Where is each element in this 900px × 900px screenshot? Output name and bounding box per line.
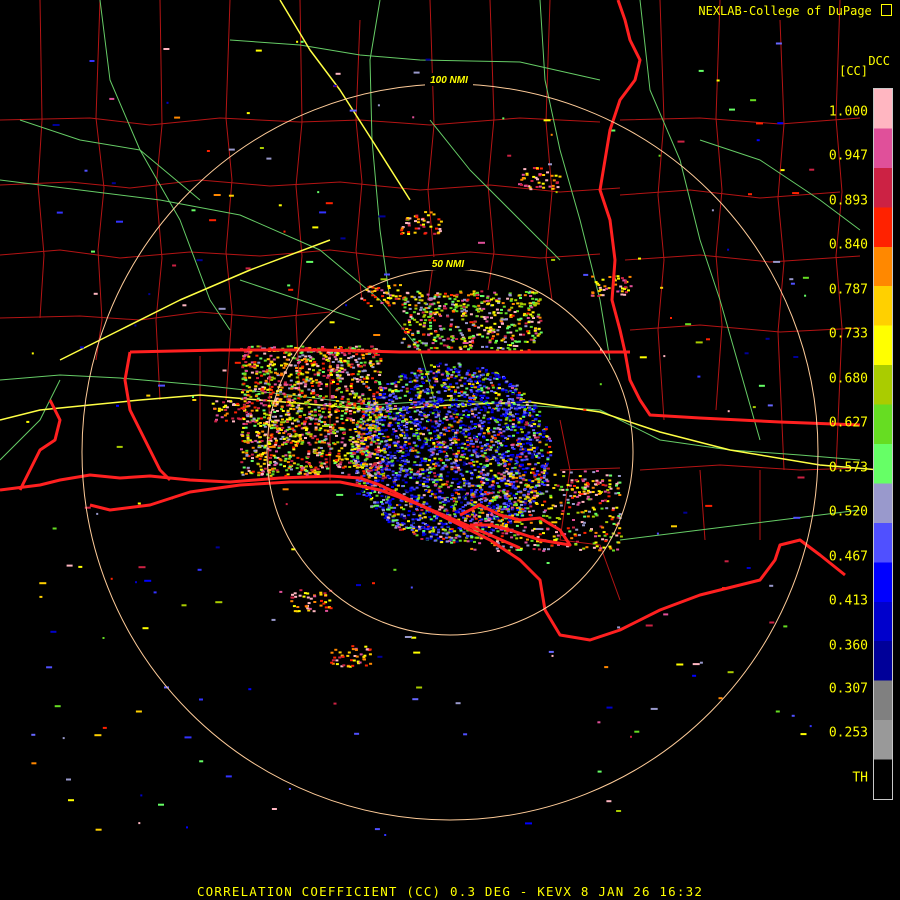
credit-label: NEXLAB-College of DuPage [698,4,892,18]
scale-tick-label: 0.413 [828,593,868,609]
scale-tick-label: 1.000 [828,104,868,120]
scale-tick-label: 0.627 [828,415,868,431]
color-scale-bar [873,88,893,800]
product-title: CORRELATION COEFFICIENT (CC) 0.3 DEG - K… [196,884,704,899]
scale-tick-label: 0.787 [828,282,868,298]
radar-site-marker [447,449,453,455]
scale-tick-label: 0.307 [828,681,868,697]
scale-tick-label: 0.520 [828,504,868,520]
scale-tick-label: 0.680 [828,371,868,387]
scale-tick-label: 0.947 [828,148,868,164]
legend-tag: DCC [868,54,890,68]
color-scale-ticks: 1.000 0.947 0.893 0.840 0.787 0.733 0.680 0.627… [800,88,870,800]
scale-tick-label: 0.840 [828,237,868,253]
cod-logo-icon [881,4,892,16]
scale-tick-label: 0.893 [828,193,868,209]
credit-text: NEXLAB-College of DuPage [698,4,872,18]
range-ring-50-label: 50 NMI [432,259,464,270]
scale-tick-label: 0.253 [828,725,868,741]
range-ring-100-label: 100 NMI [430,75,468,86]
scale-tick-label: 0.733 [828,326,868,342]
legend-unit: [CC] [839,64,868,78]
scale-tick-label: 0.467 [828,549,868,565]
scale-tick-label: TH [852,770,868,786]
scale-tick-label: 0.573 [828,460,868,476]
scale-tick-label: 0.360 [828,638,868,654]
radar-map: 100 NMI 50 NMI [0,0,900,900]
